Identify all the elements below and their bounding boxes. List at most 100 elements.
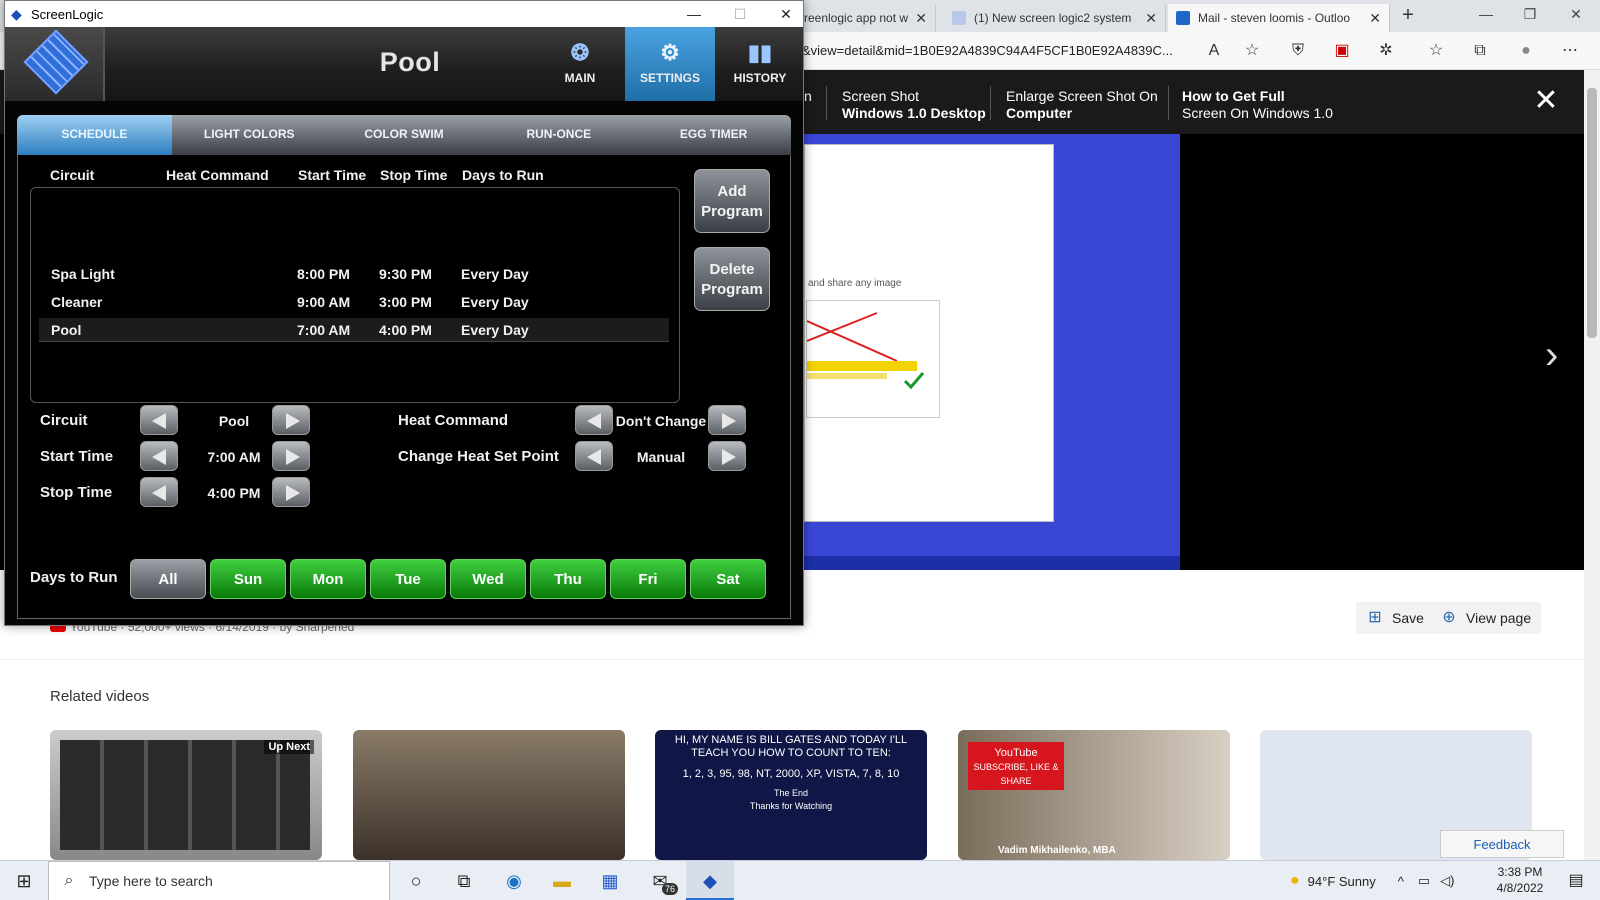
save-button[interactable]: ⊞ Save [1356,602,1434,634]
nav-history[interactable]: ▮▮ HISTORY [715,27,805,101]
extensions-puzzle-icon[interactable]: ✲ [1374,40,1398,62]
profile-avatar-icon[interactable]: ● [1514,40,1538,62]
schedule-row[interactable]: Spa Light 8:00 PM 9:30 PM Every Day [39,262,669,286]
browser-restore-button[interactable]: ❐ [1510,6,1550,28]
favorite-star-icon[interactable]: ☆ [1240,40,1264,62]
related-video-thumb-1[interactable]: Up Next [50,730,322,860]
more-menu-icon[interactable]: ⋯ [1558,40,1582,62]
read-aloud-icon[interactable]: A [1202,40,1226,62]
system-tray: ● 94°F Sunny ^ ▭ ◁) [1290,861,1454,900]
filmstrip-item-0[interactable]: n [804,88,812,105]
browser-close-button[interactable]: ✕ [1556,6,1596,28]
heat-setpoint-value: Manual [636,449,686,465]
chevron-up-icon[interactable]: ^ [1398,874,1404,889]
nav-settings[interactable]: ⚙ SETTINGS [625,27,715,101]
file-explorer-icon[interactable]: ▬ [538,861,586,900]
related-video-thumb-2[interactable] [353,730,625,860]
day-button-all[interactable]: All [130,559,206,599]
related-video-thumb-4[interactable]: YouTube SUBSCRIBE, LIKE & SHARE Vadim Mi… [958,730,1230,860]
edge-icon[interactable]: ◉ [490,861,538,900]
close-button[interactable]: ✕ [763,1,809,27]
day-button-wed[interactable]: Wed [450,559,526,599]
tab-close-icon[interactable]: ✕ [915,10,927,27]
shield-icon[interactable]: ⛨ [1286,40,1310,62]
windows-taskbar: ⊞ ⌕ Type here to search ○ ⧉ ◉ ▬ ▦ ✉ 76 ◆… [0,860,1600,900]
circuit-next-arrow[interactable] [272,405,310,435]
store-icon[interactable]: ▦ [586,861,634,900]
filmstrip-item-1[interactable]: Screen Shot Windows 1.0 Desktop [842,88,986,122]
volume-icon[interactable]: ◁) [1440,873,1454,889]
circuit-prev-arrow[interactable] [140,405,178,435]
address-bar-url[interactable]: &view=detail&mid=1B0E92A4839C94A4F5CF1B0… [802,43,1173,58]
viewer-close-icon[interactable]: ✕ [1530,86,1562,118]
start-time-prev-arrow[interactable] [140,441,178,471]
scrollbar-thumb[interactable] [1587,88,1597,338]
filmstrip-item-2[interactable]: Enlarge Screen Shot On Computer [1006,88,1158,122]
day-button-tue[interactable]: Tue [370,559,446,599]
browser-tab-3[interactable]: Mail - steven loomis - Outloo ✕ [1168,4,1390,32]
day-button-fri[interactable]: Fri [610,559,686,599]
viewer-next-icon[interactable]: › [1545,335,1558,375]
day-button-sat[interactable]: Sat [690,559,766,599]
browser-tab-2[interactable]: (1) New screen logic2 system ✕ [944,4,1166,32]
filmstrip-item-3[interactable]: How to Get Full Screen On Windows 1.0 [1182,88,1333,122]
tab-close-icon[interactable]: ✕ [1145,10,1157,27]
filmstrip-line1: Enlarge Screen Shot On [1006,88,1158,104]
subscribe-text: SUBSCRIBE, LIKE & SHARE [973,762,1059,786]
day-button-mon[interactable]: Mon [290,559,366,599]
tab-title: (1) New screen logic2 system [974,11,1132,25]
minimize-button[interactable]: — [671,1,717,27]
preview-card-graphic [806,312,925,390]
start-time-next-arrow[interactable] [272,441,310,471]
screenlogic-header: Pool ❂ MAIN ⚙ SETTINGS ▮▮ HISTORY [5,27,803,101]
page-title: Pool [379,47,441,77]
tab-schedule[interactable]: SCHEDULE [17,115,172,155]
schedule-row-selected[interactable]: Pool 7:00 AM 4:00 PM Every Day [39,318,669,342]
related-video-thumb-3[interactable]: HI, MY NAME IS BILL GATES AND TODAY I'LL… [655,730,927,860]
cortana-icon[interactable]: ○ [392,861,440,900]
tab-run-once[interactable]: RUN-ONCE [481,115,636,155]
day-button-sun[interactable]: Sun [210,559,286,599]
screenlogic-app-icon: ◆ [11,6,22,22]
notification-center-icon[interactable]: ▤ [1556,861,1596,900]
collections-icon[interactable]: ⧉ [1468,40,1492,62]
stop-time-prev-arrow[interactable] [140,477,178,507]
day-button-thu[interactable]: Thu [530,559,606,599]
heat-command-prev-arrow[interactable] [575,405,613,435]
add-program-button[interactable]: Add Program [694,169,770,233]
clock-date: 4/8/2022 [1496,881,1544,895]
task-view-icon[interactable]: ⧉ [440,861,488,900]
heat-setpoint-next-arrow[interactable] [708,441,746,471]
browser-minimize-button[interactable]: — [1466,6,1506,28]
feedback-button[interactable]: Feedback [1440,830,1564,858]
screenlogic-taskbar-icon[interactable]: ◆ [686,861,734,900]
network-icon[interactable]: ▭ [1418,873,1430,889]
new-tab-button[interactable]: + [1396,4,1420,28]
tab-color-swim[interactable]: COLOR SWIM [327,115,482,155]
tab-close-icon[interactable]: ✕ [1369,10,1381,27]
schedule-row[interactable]: Cleaner 9:00 AM 3:00 PM Every Day [39,290,669,314]
taskbar-search-input[interactable]: ⌕ Type here to search [48,861,390,900]
stop-time-label: Stop Time [40,484,113,501]
nav-main[interactable]: ❂ MAIN [535,27,625,101]
windows-start-icon[interactable]: ⊞ [0,861,48,900]
browser-tab-1[interactable]: creenlogic app not w ✕ [790,4,936,32]
extension-icon[interactable]: ▣ [1330,40,1354,62]
row-stop: 4:00 PM [379,322,432,338]
sun-weather-icon[interactable]: ● [1290,872,1300,890]
heat-command-next-arrow[interactable] [708,405,746,435]
mail-icon[interactable]: ✉ 76 [636,861,684,900]
favorites-icon[interactable]: ☆ [1424,40,1448,62]
weather-text[interactable]: 94°F Sunny [1308,874,1376,889]
delete-program-button[interactable]: Delete Program [694,247,770,311]
taskbar-clock[interactable]: 3:38 PM 4/8/2022 [1494,864,1546,896]
tab-light-colors[interactable]: LIGHT COLORS [172,115,327,155]
maximize-button[interactable]: ☐ [717,1,763,27]
schedule-list[interactable]: Spa Light 8:00 PM 9:30 PM Every Day Clea… [30,187,680,403]
youtube-logo-text: YouTube [994,747,1038,759]
tab-egg-timer[interactable]: EGG TIMER [636,115,791,155]
heat-setpoint-prev-arrow[interactable] [575,441,613,471]
view-page-button[interactable]: ⊕ View page [1430,602,1542,634]
stop-time-next-arrow[interactable] [272,477,310,507]
screenlogic-window: ◆ ScreenLogic — ☐ ✕ Pool ❂ MAIN ⚙ SETTIN… [4,0,804,626]
